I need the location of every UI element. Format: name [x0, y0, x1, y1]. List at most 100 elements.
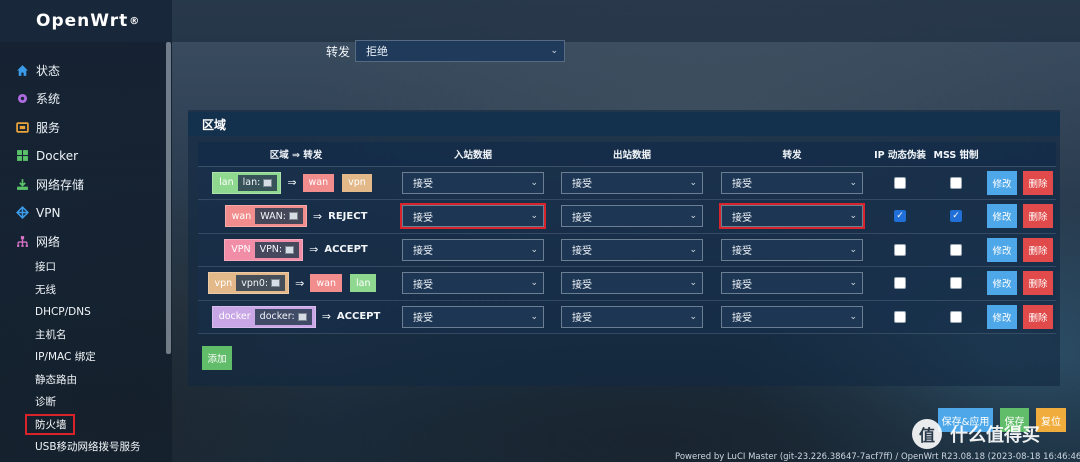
forward-policy: REJECT	[328, 210, 368, 222]
edit-zone-button[interactable]: 修改	[987, 304, 1017, 329]
masquerading-checkbox[interactable]	[894, 210, 906, 223]
sidebar-item-vpn[interactable]: VPN	[0, 199, 172, 228]
zone-forward-summary: VPN VPN: ⇒ ACCEPT	[198, 238, 394, 261]
submenu-item[interactable]: USB移动网络拨号服务	[35, 436, 172, 459]
masquerading-checkbox-cell	[872, 300, 928, 334]
zone-forward-cell: VPN VPN: ⇒ ACCEPT	[198, 233, 394, 267]
row-actions-cell: 修改 删除	[984, 233, 1056, 267]
mss-clamping-checkbox[interactable]	[950, 277, 962, 290]
delete-zone-button[interactable]: 删除	[1023, 237, 1053, 262]
zone-badge[interactable]: VPN VPN:	[224, 238, 304, 261]
output-policy-select[interactable]: 接受 ⌄	[561, 238, 703, 261]
zone-forward-cell: vpn vpn0: ⇒ wan lan	[198, 266, 394, 301]
input-policy-select[interactable]: 接受 ⌄	[402, 238, 544, 261]
sidebar-item-gear[interactable]: 系统	[0, 85, 172, 114]
section-title: 区域	[188, 112, 1060, 136]
delete-zone-button[interactable]: 删除	[1023, 271, 1053, 296]
output-policy-select-value: 接受	[572, 279, 592, 291]
zone-forward-summary: wan WAN: ⇒ REJECT	[198, 205, 394, 228]
output-policy-select[interactable]: 接受 ⌄	[561, 272, 703, 295]
zone-devices: VPN:	[254, 241, 300, 258]
docker-icon	[16, 149, 29, 162]
edit-zone-button[interactable]: 修改	[987, 271, 1017, 296]
delete-zone-button[interactable]: 删除	[1023, 170, 1053, 195]
brand-registered-mark: ®	[129, 15, 141, 27]
network-port-icon	[271, 279, 281, 288]
submenu-item[interactable]: 无线	[35, 278, 172, 301]
forward-policy-select[interactable]: 接受 ⌄	[719, 203, 865, 230]
header-actions	[984, 142, 1056, 167]
forward-policy-select-value: 接受	[732, 212, 752, 224]
masquerading-checkbox[interactable]	[894, 243, 906, 256]
input-policy-select-cell: 接受 ⌄	[394, 266, 552, 301]
zone-badge[interactable]: wan WAN:	[224, 205, 307, 228]
mss-clamping-checkbox[interactable]	[950, 176, 962, 189]
forward-arrow: ⇒	[309, 243, 319, 257]
header-forward: 转发	[712, 142, 872, 167]
forward-target-wan: wan	[310, 274, 342, 293]
zone-badge[interactable]: lan lan:	[212, 171, 282, 194]
chevron-down-icon: ⌄	[530, 177, 538, 188]
zone-badge[interactable]: docker docker:	[211, 305, 316, 328]
zone-badge[interactable]: vpn vpn0:	[207, 272, 290, 295]
forward-label: 转发	[326, 44, 351, 59]
reset-button[interactable]: 复位	[1036, 408, 1066, 432]
sidebar-item-home[interactable]: 状态	[0, 56, 172, 85]
input-policy-select[interactable]: 接受 ⌄	[402, 272, 544, 295]
sidebar-scrollbar[interactable]	[166, 42, 171, 354]
top-header-bar	[172, 0, 1080, 42]
watermark-text: 什么值得买	[950, 425, 1040, 446]
sidebar-item-storage[interactable]: 网络存储	[0, 170, 172, 199]
zone-devices: WAN:	[255, 208, 303, 225]
forward-policy-select[interactable]: 接受 ⌄	[721, 272, 863, 295]
mss-clamping-checkbox[interactable]	[950, 310, 962, 323]
submenu-item[interactable]: 防火墙	[25, 413, 172, 436]
row-actions-cell: 修改 删除	[984, 300, 1056, 334]
forward-policy-select[interactable]: 接受 ⌄	[721, 171, 863, 194]
output-policy-select[interactable]: 接受 ⌄	[561, 305, 703, 328]
mss-clamping-checkbox-cell	[928, 199, 984, 234]
output-policy-select[interactable]: 接受 ⌄	[561, 205, 703, 228]
forward-policy-select[interactable]: 接受 ⌄	[721, 305, 863, 328]
forward-policy-select[interactable]: 接受 ⌄	[721, 238, 863, 261]
submenu-item[interactable]: 诊断	[35, 391, 172, 414]
submenu-item[interactable]: 接口	[35, 256, 172, 279]
sidebar-item-network[interactable]: 网络	[0, 227, 172, 256]
mss-clamping-checkbox[interactable]	[950, 210, 962, 223]
header-mss-clamping: MSS 钳制	[928, 142, 984, 167]
mss-clamping-checkbox-cell	[928, 233, 984, 267]
masquerading-checkbox[interactable]	[894, 310, 906, 323]
input-policy-select[interactable]: 接受 ⌄	[402, 171, 544, 194]
output-policy-select-cell: 接受 ⌄	[552, 199, 712, 234]
delete-zone-button[interactable]: 删除	[1023, 304, 1053, 329]
edit-zone-button[interactable]: 修改	[987, 170, 1017, 195]
forward-select[interactable]: 拒绝 ⌄	[355, 40, 566, 62]
submenu-item[interactable]: 静态路由	[35, 368, 172, 391]
masquerading-checkbox-cell	[872, 166, 928, 200]
chevron-down-icon: ⌄	[849, 244, 857, 255]
mss-clamping-checkbox[interactable]	[950, 243, 962, 256]
masquerading-checkbox[interactable]	[894, 176, 906, 189]
sidebar-item-docker[interactable]: Docker	[0, 142, 172, 171]
input-policy-select[interactable]: 接受 ⌄	[402, 305, 544, 328]
forward-policy-select-cell: 接受 ⌄	[712, 199, 872, 234]
edit-zone-button[interactable]: 修改	[987, 237, 1017, 262]
masquerading-checkbox[interactable]	[894, 277, 906, 290]
submenu-item[interactable]: 主机名	[35, 323, 172, 346]
input-policy-select[interactable]: 接受 ⌄	[400, 203, 546, 230]
submenu-item[interactable]: DHCP/DNS	[35, 301, 172, 324]
zones-table: 区域 ⇒ 转发 入站数据 出站数据 转发 IP 动态伪装 MSS 钳制 lan l…	[198, 142, 1056, 334]
row-actions-cell: 修改 删除	[984, 199, 1056, 234]
edit-zone-button[interactable]: 修改	[987, 204, 1017, 229]
add-zone-button[interactable]: 添加	[202, 346, 232, 370]
chevron-down-icon: ⌄	[530, 311, 538, 322]
table-row: vpn vpn0: ⇒ wan lan 接受 ⌄ 接受 ⌄ 接受 ⌄ 修改 删除	[198, 266, 1056, 301]
chevron-down-icon: ⌄	[689, 244, 697, 255]
brand-logo[interactable]: OpenWrt ®	[0, 0, 172, 42]
delete-zone-button[interactable]: 删除	[1023, 204, 1053, 229]
network-submenu: 接口 无线 DHCP/DNS 主机名 IP/MAC 绑定 静态路由 诊断 防火墙 USB移动网络…	[0, 256, 172, 459]
sidebar-item-service[interactable]: 服务	[0, 113, 172, 142]
submenu-item[interactable]: IP/MAC 绑定	[35, 346, 172, 369]
chevron-down-icon: ⌄	[689, 177, 697, 188]
output-policy-select[interactable]: 接受 ⌄	[561, 171, 703, 194]
